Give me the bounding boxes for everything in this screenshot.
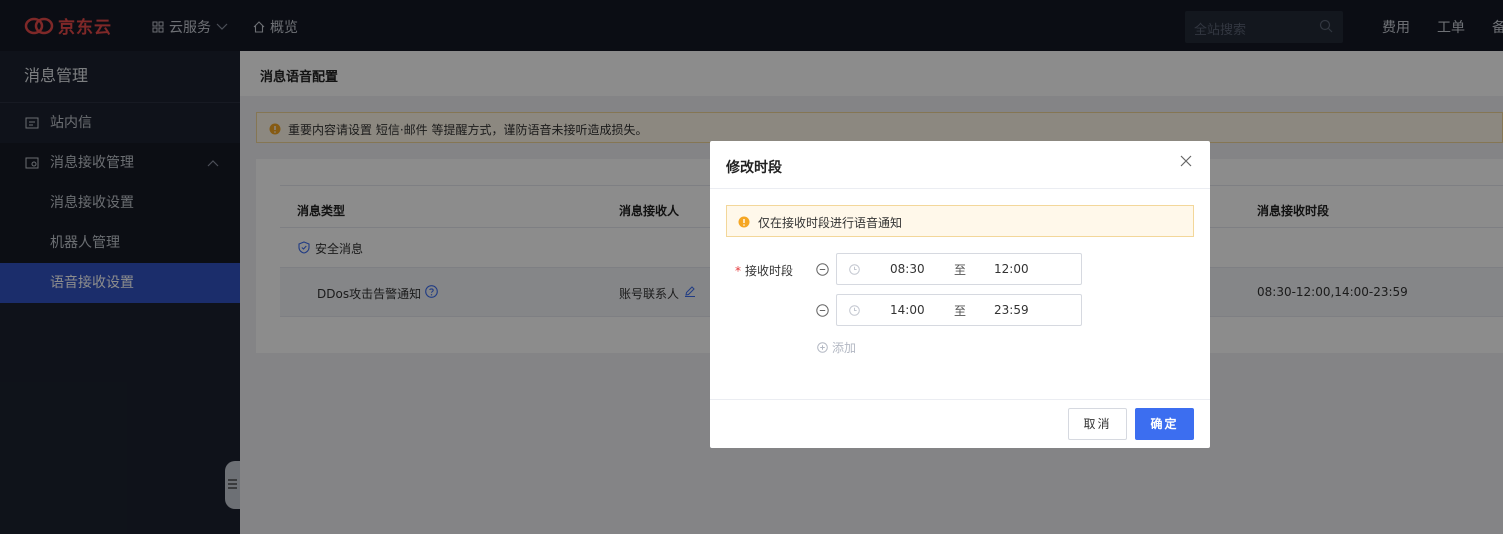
modal-footer-divider <box>710 399 1210 400</box>
period-field-label-text: 接收时段 <box>745 264 794 278</box>
range-start-time[interactable]: 14:00 <box>890 303 925 317</box>
modal-divider <box>710 188 1210 189</box>
clock-icon <box>849 264 860 275</box>
close-icon[interactable] <box>1179 154 1193 168</box>
modal-tip: 仅在接收时段进行语音通知 <box>726 205 1194 237</box>
add-circle-icon <box>817 342 828 353</box>
period-field-label: * 接收时段 <box>735 262 793 279</box>
clock-icon <box>849 305 860 316</box>
required-marker: * <box>735 264 741 278</box>
edit-period-modal: 修改时段 仅在接收时段进行语音通知 * 接收时段 08:30 至 12:00 14… <box>710 141 1210 448</box>
range-end-time[interactable]: 12:00 <box>994 262 1029 276</box>
remove-range-icon[interactable] <box>816 304 829 317</box>
confirm-button[interactable]: 确定 <box>1135 408 1194 440</box>
add-range-label: 添加 <box>832 341 857 355</box>
add-range-button[interactable]: 添加 <box>817 339 856 356</box>
remove-range-icon[interactable] <box>816 263 829 276</box>
time-range-picker[interactable]: 14:00 至 23:59 <box>836 294 1082 326</box>
range-separator: 至 <box>954 263 967 277</box>
time-range-picker[interactable]: 08:30 至 12:00 <box>836 253 1082 285</box>
modal-title: 修改时段 <box>726 160 782 176</box>
warning-icon <box>738 216 750 228</box>
cancel-button[interactable]: 取消 <box>1068 408 1127 440</box>
range-separator: 至 <box>954 304 967 318</box>
modal-tip-text: 仅在接收时段进行语音通知 <box>758 216 903 230</box>
range-end-time[interactable]: 23:59 <box>994 303 1029 317</box>
range-start-time[interactable]: 08:30 <box>890 262 925 276</box>
